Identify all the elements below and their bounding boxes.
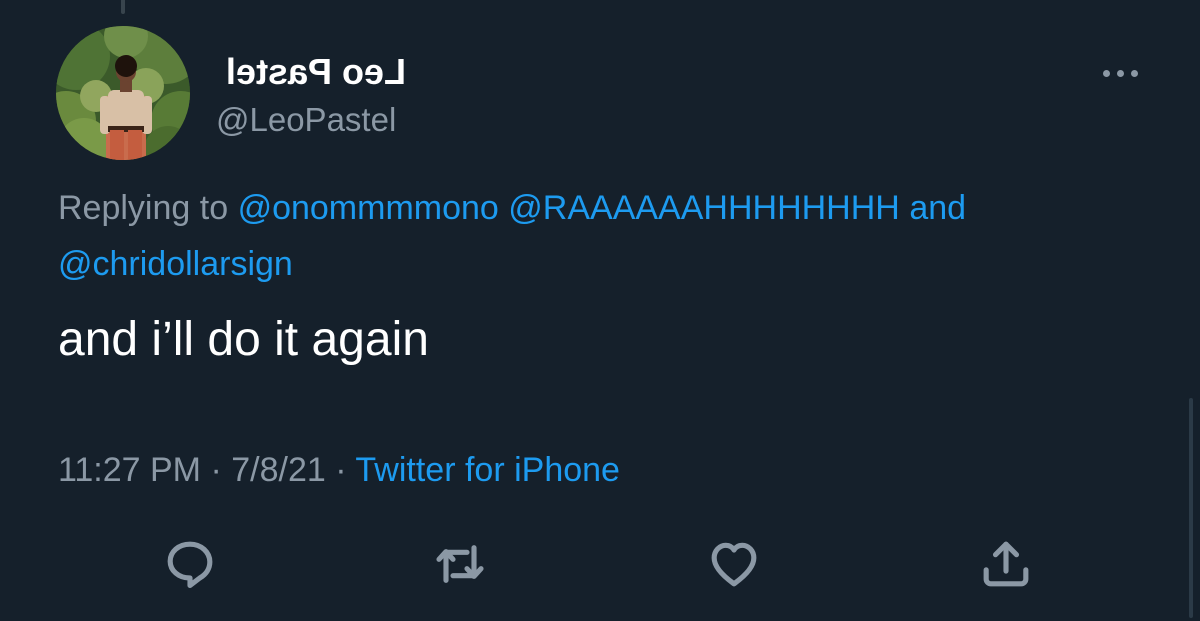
others-link[interactable]: and bbox=[909, 189, 966, 227]
tweet-text: and i’ll do it again bbox=[58, 313, 429, 366]
user-handle[interactable]: @LeoPastel bbox=[216, 100, 396, 140]
avatar[interactable] bbox=[56, 26, 190, 160]
meta-separator: · bbox=[335, 451, 347, 489]
tweet-time[interactable]: 11:27 PM bbox=[58, 451, 201, 489]
retweet-button[interactable] bbox=[424, 528, 496, 600]
more-horizontal-icon-dot bbox=[1130, 69, 1138, 77]
like-button[interactable] bbox=[698, 528, 770, 600]
share-icon bbox=[983, 541, 1029, 587]
heart-icon bbox=[711, 542, 757, 587]
reply-icon bbox=[167, 541, 213, 589]
tweet-source-link[interactable]: Twitter for iPhone bbox=[355, 451, 620, 489]
thread-connector-line bbox=[121, 0, 125, 14]
retweet-icon bbox=[436, 545, 484, 583]
tweet-action-bar bbox=[0, 528, 1200, 600]
display-name[interactable]: Leo Pastel bbox=[214, 51, 406, 92]
reply-button[interactable] bbox=[154, 528, 226, 600]
replying-to: Replying to @onommmmono @RAAAAAAHHHHHHHH… bbox=[58, 180, 1158, 292]
avatar-photo bbox=[56, 26, 190, 160]
tweet-metadata: 11:27 PM · 7/8/21 · Twitter for iPhone bbox=[58, 446, 620, 494]
tweet-date[interactable]: 7/8/21 bbox=[231, 451, 326, 489]
meta-separator: · bbox=[210, 451, 222, 489]
replying-to-label: Replying to bbox=[58, 189, 229, 227]
mention-link[interactable]: @onommmmono bbox=[238, 189, 499, 227]
more-options-button[interactable] bbox=[1090, 58, 1150, 88]
mention-link[interactable]: @chridollarsign bbox=[58, 245, 293, 283]
mention-link[interactable]: @RAAAAAAHHHHHHHH bbox=[508, 189, 900, 227]
share-button[interactable] bbox=[970, 528, 1042, 600]
more-horizontal-icon-dot bbox=[1116, 69, 1124, 77]
more-horizontal-icon bbox=[1102, 69, 1110, 77]
